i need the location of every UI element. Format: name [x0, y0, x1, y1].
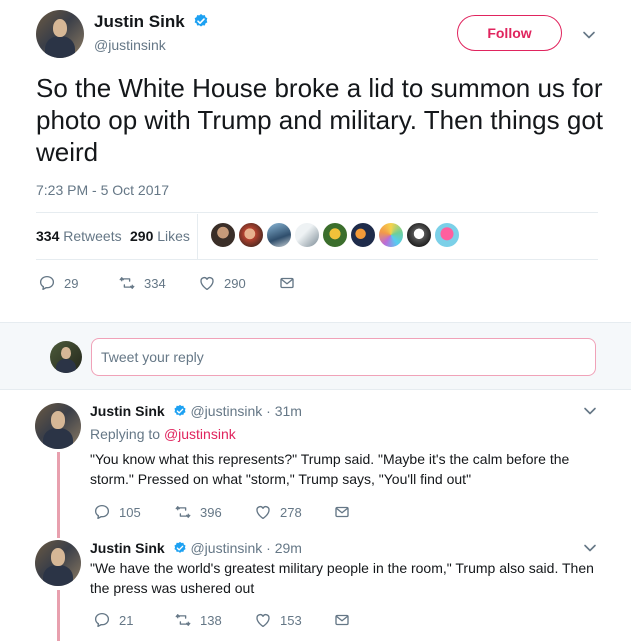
direct-message-action[interactable] [333, 503, 359, 521]
reply-icon [39, 275, 55, 291]
retweets-label: Retweets [63, 228, 122, 244]
liker-avatar[interactable] [350, 222, 376, 248]
reply-count: 29 [64, 275, 79, 291]
retweet-action[interactable]: 334 [118, 274, 166, 292]
thread-line [57, 590, 60, 641]
like-icon [200, 277, 214, 291]
like-count: 153 [280, 612, 302, 628]
reply-author-avatar[interactable] [35, 403, 81, 449]
liker-avatar[interactable] [434, 222, 460, 248]
chevron-down-icon[interactable] [582, 28, 596, 42]
thread-line [57, 452, 60, 532]
reply-time[interactable]: · 29m [266, 540, 302, 556]
replying-prefix: Replying to [90, 426, 161, 442]
retweet-count: 396 [200, 504, 222, 520]
liker-avatar[interactable] [378, 222, 404, 248]
liker-avatar[interactable] [294, 222, 320, 248]
retweet-icon [119, 277, 135, 289]
reply-count: 21 [119, 612, 134, 628]
divider [36, 259, 598, 260]
retweet-icon [175, 614, 191, 626]
reply-icon [94, 504, 110, 520]
direct-message-icon [280, 277, 294, 289]
follow-button[interactable]: Follow [457, 15, 562, 51]
reply-author-handle[interactable]: @justinsink [190, 540, 262, 556]
thread-line [57, 532, 60, 538]
retweet-count: 138 [200, 612, 222, 628]
direct-message-action[interactable] [278, 274, 304, 292]
tweet-timestamp[interactable]: 7:23 PM - 5 Oct 2017 [36, 182, 169, 198]
like-icon [256, 614, 270, 628]
liker-avatar[interactable] [238, 222, 264, 248]
reply-time[interactable]: · 31m [266, 403, 302, 419]
reply-icon [94, 612, 110, 628]
reply-author-name[interactable]: Justin Sink [90, 540, 165, 556]
liker-avatar[interactable] [322, 222, 348, 248]
reply-author-name[interactable]: Justin Sink [90, 403, 165, 419]
reply-composer: Tweet your reply [0, 322, 631, 390]
like-action[interactable]: 153 [254, 611, 302, 629]
reply-author-avatar[interactable] [35, 540, 81, 586]
replying-to-link[interactable]: @justinsink [164, 426, 236, 442]
likes-count: 290 [130, 228, 154, 244]
reply-input[interactable]: Tweet your reply [91, 338, 596, 376]
like-action[interactable]: 278 [254, 503, 302, 521]
likes-label: Likes [157, 228, 190, 244]
retweet-action[interactable]: 396 [174, 503, 222, 521]
main-tweet: Justin Sink @justinsink Follow So the Wh… [0, 0, 631, 322]
like-icon [256, 506, 270, 520]
tweet-text: So the White House broke a lid to summon… [36, 73, 604, 167]
liker-avatar[interactable] [406, 222, 432, 248]
retweet-count: 334 [144, 275, 166, 291]
reply-count: 105 [119, 504, 141, 520]
author-name[interactable]: Justin Sink [94, 12, 185, 31]
direct-message-action[interactable] [333, 611, 359, 629]
current-user-avatar[interactable] [50, 341, 82, 373]
divider [197, 214, 198, 259]
retweets-count: 334 [36, 228, 60, 244]
verified-badge-icon [174, 404, 186, 416]
verified-badge-icon [195, 14, 208, 27]
like-count: 278 [280, 504, 302, 520]
reply-author-handle[interactable]: @justinsink [190, 403, 262, 419]
reply-text: "You know what this represents?" Trump s… [90, 451, 570, 487]
retweet-icon [175, 506, 191, 518]
retweets-stat[interactable]: 334 Retweets [36, 228, 122, 244]
author-name-row[interactable]: Justin Sink [94, 12, 209, 32]
liker-avatar[interactable] [210, 222, 236, 248]
reply-action[interactable]: 105 [93, 503, 141, 521]
chevron-down-icon[interactable] [583, 541, 597, 555]
direct-message-icon [335, 614, 349, 626]
author-handle[interactable]: @justinsink [94, 37, 166, 53]
divider [36, 212, 598, 213]
verified-badge-icon [174, 541, 186, 553]
chevron-down-icon[interactable] [583, 404, 597, 418]
reply-text: "We have the world's greatest military p… [90, 560, 594, 596]
replying-to-line: Replying to @justinsink [90, 426, 236, 442]
like-action[interactable]: 290 [198, 274, 246, 292]
direct-message-icon [335, 506, 349, 518]
reply-author-row[interactable]: Justin Sink @justinsink · 31m [90, 403, 302, 419]
likes-stat[interactable]: 290 Likes [130, 228, 190, 244]
author-avatar[interactable] [36, 10, 84, 58]
like-count: 290 [224, 275, 246, 291]
retweet-action[interactable]: 138 [174, 611, 222, 629]
reply-action[interactable]: 21 [93, 611, 133, 629]
reply-author-row[interactable]: Justin Sink @justinsink · 29m [90, 540, 302, 556]
liker-avatar[interactable] [266, 222, 292, 248]
reply-action[interactable]: 29 [38, 274, 78, 292]
